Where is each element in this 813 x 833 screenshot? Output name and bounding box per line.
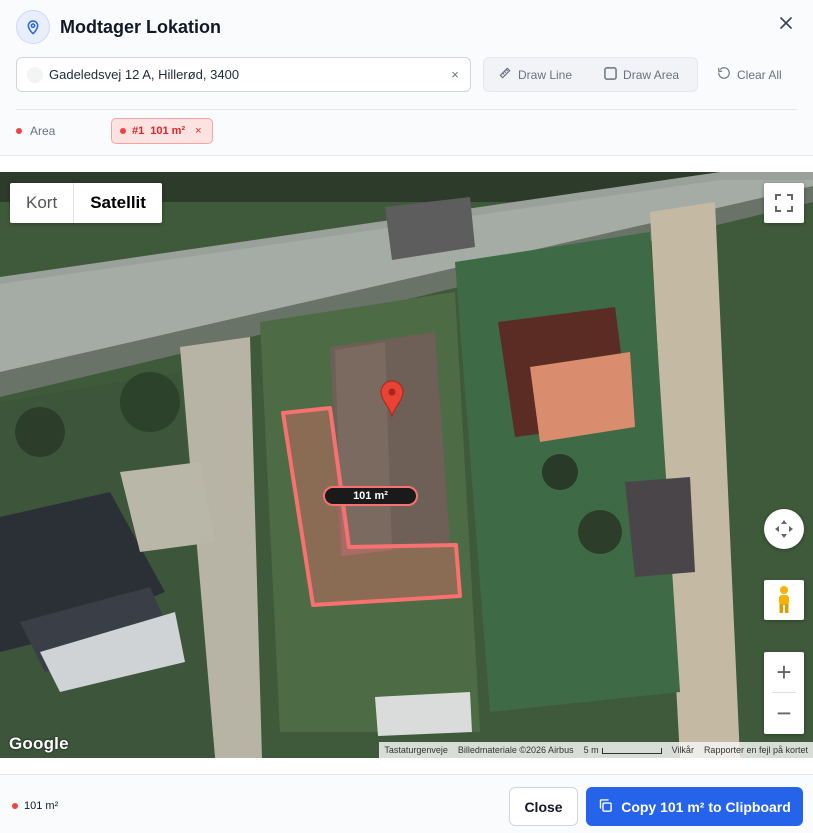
draw-area-button[interactable]: Draw Area xyxy=(604,66,680,83)
copy-to-clipboard-button[interactable]: Copy 101 m² to Clipboard xyxy=(586,787,803,826)
address-search: × xyxy=(16,57,471,92)
chip-index: #1 xyxy=(132,125,145,137)
copy-label: Copy 101 m² to Clipboard xyxy=(621,798,791,815)
title-row: Modtager Lokation xyxy=(16,10,221,44)
remove-shape-button[interactable]: × xyxy=(195,125,201,137)
zoom-out-button[interactable]: − xyxy=(764,693,804,733)
area-summary: 101 m² xyxy=(12,800,58,812)
copy-icon xyxy=(598,798,613,816)
draw-area-label: Draw Area xyxy=(623,67,680,82)
chip-dot xyxy=(120,128,126,134)
summary-dot xyxy=(12,803,18,809)
drawing-tools: Draw Line Draw Area xyxy=(483,57,698,92)
google-logo: Google xyxy=(9,734,69,753)
report-error-link[interactable]: Rapporter en fejl på kortet xyxy=(699,745,813,755)
satellite-imagery xyxy=(0,172,813,758)
keyboard-shortcuts-link[interactable]: Tastaturgenveje xyxy=(379,745,453,755)
clear-all-label: Clear All xyxy=(737,67,782,82)
map-type-kort[interactable]: Kort xyxy=(10,183,73,223)
shape-chip[interactable]: #1 101 m² × xyxy=(111,118,213,144)
header-divider xyxy=(16,109,797,110)
area-measure-label: 101 m² xyxy=(323,486,418,506)
pegman-icon[interactable] xyxy=(764,580,804,620)
zoom-in-button[interactable]: + xyxy=(764,652,804,692)
legend-label: Area xyxy=(30,124,56,138)
close-icon[interactable] xyxy=(775,12,797,34)
scale-label: 5 m xyxy=(583,745,599,755)
search-location-icon xyxy=(27,66,43,83)
close-button[interactable]: Close xyxy=(509,787,578,826)
square-icon xyxy=(604,66,617,83)
legend-area: Area xyxy=(16,124,55,138)
scale-bar xyxy=(601,747,662,754)
terms-link[interactable]: Vilkår xyxy=(667,745,699,755)
camera-control-icon[interactable] xyxy=(764,509,804,549)
map-pin-icon xyxy=(16,10,50,44)
fullscreen-icon[interactable] xyxy=(764,183,804,223)
imagery-credit: Billedmateriale ©2026 Airbus xyxy=(457,745,574,755)
clear-all-button[interactable]: Clear All xyxy=(717,66,782,83)
map-attribution: Tastaturgenveje Billedmateriale ©2026 Ai… xyxy=(379,742,813,758)
undo-icon xyxy=(717,66,731,83)
dialog-title: Modtager Lokation xyxy=(60,16,221,37)
map-type-satellit[interactable]: Satellit xyxy=(73,183,162,223)
draw-line-button[interactable]: Draw Line xyxy=(498,66,572,83)
dialog-header: Modtager Lokation × Draw Line Draw A xyxy=(0,0,813,156)
zoom-control: + − xyxy=(764,652,804,734)
clear-search-button[interactable]: × xyxy=(440,67,470,82)
satellite-map[interactable]: Kort Satellit + − 101 m² Google Tastatur… xyxy=(0,172,813,758)
address-input[interactable] xyxy=(49,67,440,82)
dialog-footer: 101 m² Close Copy 101 m² to Clipboard xyxy=(0,774,813,833)
legend-dot xyxy=(16,128,22,134)
summary-total: 101 m² xyxy=(24,800,59,812)
chip-value: 101 m² xyxy=(150,125,186,137)
scale-indicator: 5 m xyxy=(579,745,667,755)
draw-line-label: Draw Line xyxy=(518,67,573,82)
ruler-icon xyxy=(498,66,512,83)
map-type-toggle: Kort Satellit xyxy=(10,183,162,223)
